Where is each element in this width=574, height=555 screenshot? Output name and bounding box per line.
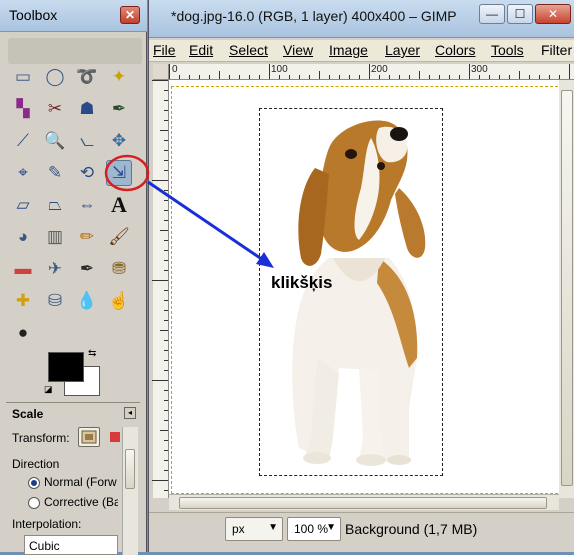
horizontal-scroll-thumb[interactable] <box>179 497 547 509</box>
menu-filters[interactable]: Filter <box>541 42 572 58</box>
horizontal-ruler[interactable]: 0 100 200 300 <box>169 64 574 80</box>
rotate-icon[interactable]: ⟲ <box>74 160 100 186</box>
direction-normal-label[interactable]: Normal (Forw <box>44 475 118 489</box>
align-icon[interactable]: ⌖ <box>10 160 36 186</box>
toolbox-titlebar[interactable]: Toolbox ✕ <box>0 0 147 32</box>
options-scrollbar[interactable] <box>122 427 138 555</box>
chevron-down-icon: ▼ <box>326 522 336 533</box>
paths-icon[interactable]: ✒ <box>106 96 132 122</box>
close-button[interactable]: ✕ <box>120 6 140 24</box>
eraser-icon[interactable]: ▬ <box>10 256 36 282</box>
clone-icon[interactable]: ⛃ <box>106 256 132 282</box>
airbrush-icon[interactable]: ✈ <box>42 256 68 282</box>
measure-icon[interactable]: ⦦ <box>74 128 100 154</box>
fuzzy-select-icon[interactable]: ✦ <box>106 64 132 90</box>
flip-icon[interactable]: ⇔ <box>74 192 100 218</box>
scissors-icon[interactable]: ✂ <box>42 96 68 122</box>
perspective-icon[interactable]: ⏢ <box>42 192 68 218</box>
color-select-icon[interactable]: ▚ <box>10 96 36 122</box>
statusbar: px ▼ 100 % ▼ Background (1,7 MB) <box>149 512 574 552</box>
direction-normal-radio[interactable] <box>28 477 40 489</box>
toolbox-window: Toolbox ✕ ▭ ◯ ➰ ✦ ▚ ✂ ☗ ✒ ⟋ 🔍 ⦦ ✥ ⌖ ✎ ⟲ ⇲ ▱ ⏢ ⇔ A ◕ ▥ ✏ 🖌 ▬ ✈ ✒ ⛃ ✚ ⛁… <box>0 0 147 555</box>
interpolation-label: Interpolation: <box>12 517 82 531</box>
unit-value: px <box>232 522 245 536</box>
perspective-clone-icon[interactable]: ⛁ <box>42 288 68 314</box>
tool-options-panel: Scale ◂ Transform: Direction Normal (For… <box>6 402 140 555</box>
bucket-fill-icon[interactable]: ◕ <box>10 224 36 250</box>
status-text: Background (1,7 MB) <box>345 521 478 537</box>
image-window: *dog.jpg-16.0 (RGB, 1 layer) 400x400 – G… <box>148 0 574 552</box>
wilber-header <box>8 38 142 64</box>
interpolation-value: Cubic <box>29 539 60 553</box>
color-picker-icon[interactable]: ⟋ <box>10 128 36 154</box>
minimize-button[interactable]: — <box>479 4 505 24</box>
move-icon[interactable]: ✥ <box>106 128 132 154</box>
swap-colors-icon[interactable]: ⇆ <box>88 348 96 359</box>
menu-select[interactable]: Select <box>229 42 268 58</box>
ruler-corner[interactable] <box>153 64 169 80</box>
zoom-select[interactable]: 100 % ▼ <box>287 517 341 541</box>
image-canvas[interactable]: klikšķis <box>169 80 574 498</box>
tool-options-title: Scale <box>12 407 44 421</box>
menu-view[interactable]: View <box>283 42 313 58</box>
ellipse-select-icon[interactable]: ◯ <box>42 64 68 90</box>
options-scroll-thumb[interactable] <box>125 449 135 489</box>
interpolation-select[interactable]: Cubic <box>24 535 118 555</box>
image-window-title: *dog.jpg-16.0 (RGB, 1 layer) 400x400 – G… <box>171 8 457 24</box>
pencil-icon[interactable]: ✏ <box>74 224 100 250</box>
menu-colors[interactable]: Colors <box>435 42 475 58</box>
ruler-label: 0 <box>172 64 178 75</box>
ruler-label: 200 <box>371 64 388 75</box>
ruler-label: 300 <box>471 64 488 75</box>
menu-edit[interactable]: Edit <box>189 42 213 58</box>
ink-icon[interactable]: ✒ <box>74 256 100 282</box>
text-icon[interactable]: A <box>106 192 132 218</box>
dodge-burn-icon[interactable]: ● <box>10 320 36 346</box>
vertical-scrollbar[interactable] <box>559 80 574 498</box>
panel-menu-icon[interactable]: ◂ <box>124 407 136 419</box>
chevron-down-icon: ▼ <box>268 522 278 533</box>
menu-image[interactable]: Image <box>329 42 368 58</box>
free-select-icon[interactable]: ➰ <box>74 64 100 90</box>
scale-icon[interactable]: ⇲ <box>106 160 132 186</box>
transform-label: Transform: <box>12 431 70 445</box>
fg-bg-colors: ⇆ ◪ <box>44 348 104 400</box>
menu-layer[interactable]: Layer <box>385 42 420 58</box>
unit-select[interactable]: px ▼ <box>225 517 283 541</box>
blur-icon[interactable]: 💧 <box>74 288 100 314</box>
default-colors-icon[interactable]: ◪ <box>44 384 53 395</box>
toolbox-title: Toolbox <box>9 7 58 23</box>
menu-tools[interactable]: Tools <box>491 42 524 58</box>
horizontal-scrollbar[interactable] <box>169 494 559 510</box>
direction-corrective-label[interactable]: Corrective (Ba <box>44 495 118 509</box>
image-window-titlebar[interactable]: *dog.jpg-16.0 (RGB, 1 layer) 400x400 – G… <box>149 0 574 38</box>
zoom-icon[interactable]: 🔍 <box>42 128 68 154</box>
direction-label: Direction <box>12 457 60 471</box>
foreground-select-icon[interactable]: ☗ <box>74 96 100 122</box>
smudge-icon[interactable]: ☝ <box>106 288 132 314</box>
shear-icon[interactable]: ▱ <box>10 192 36 218</box>
transform-layer-button[interactable] <box>78 427 100 447</box>
menu-file[interactable]: File <box>153 42 176 58</box>
blend-icon[interactable]: ▥ <box>42 224 68 250</box>
crop-icon[interactable]: ✎ <box>42 160 68 186</box>
menubar: File Edit Select View Image Layer Colors… <box>149 40 574 62</box>
close-window-button[interactable]: ✕ <box>535 4 571 24</box>
direction-corrective-radio[interactable] <box>28 497 40 509</box>
vertical-scroll-thumb[interactable] <box>561 90 573 486</box>
paintbrush-icon[interactable]: 🖌 <box>106 224 132 250</box>
maximize-button[interactable]: ☐ <box>507 4 533 24</box>
vertical-ruler[interactable] <box>152 80 169 498</box>
annotation-label: klikšķis <box>271 273 333 292</box>
zoom-value: 100 % <box>294 522 329 536</box>
ruler-label: 100 <box>271 64 288 75</box>
heal-icon[interactable]: ✚ <box>10 288 36 314</box>
rect-select-icon[interactable]: ▭ <box>10 64 36 90</box>
foreground-color-swatch[interactable] <box>48 352 84 382</box>
